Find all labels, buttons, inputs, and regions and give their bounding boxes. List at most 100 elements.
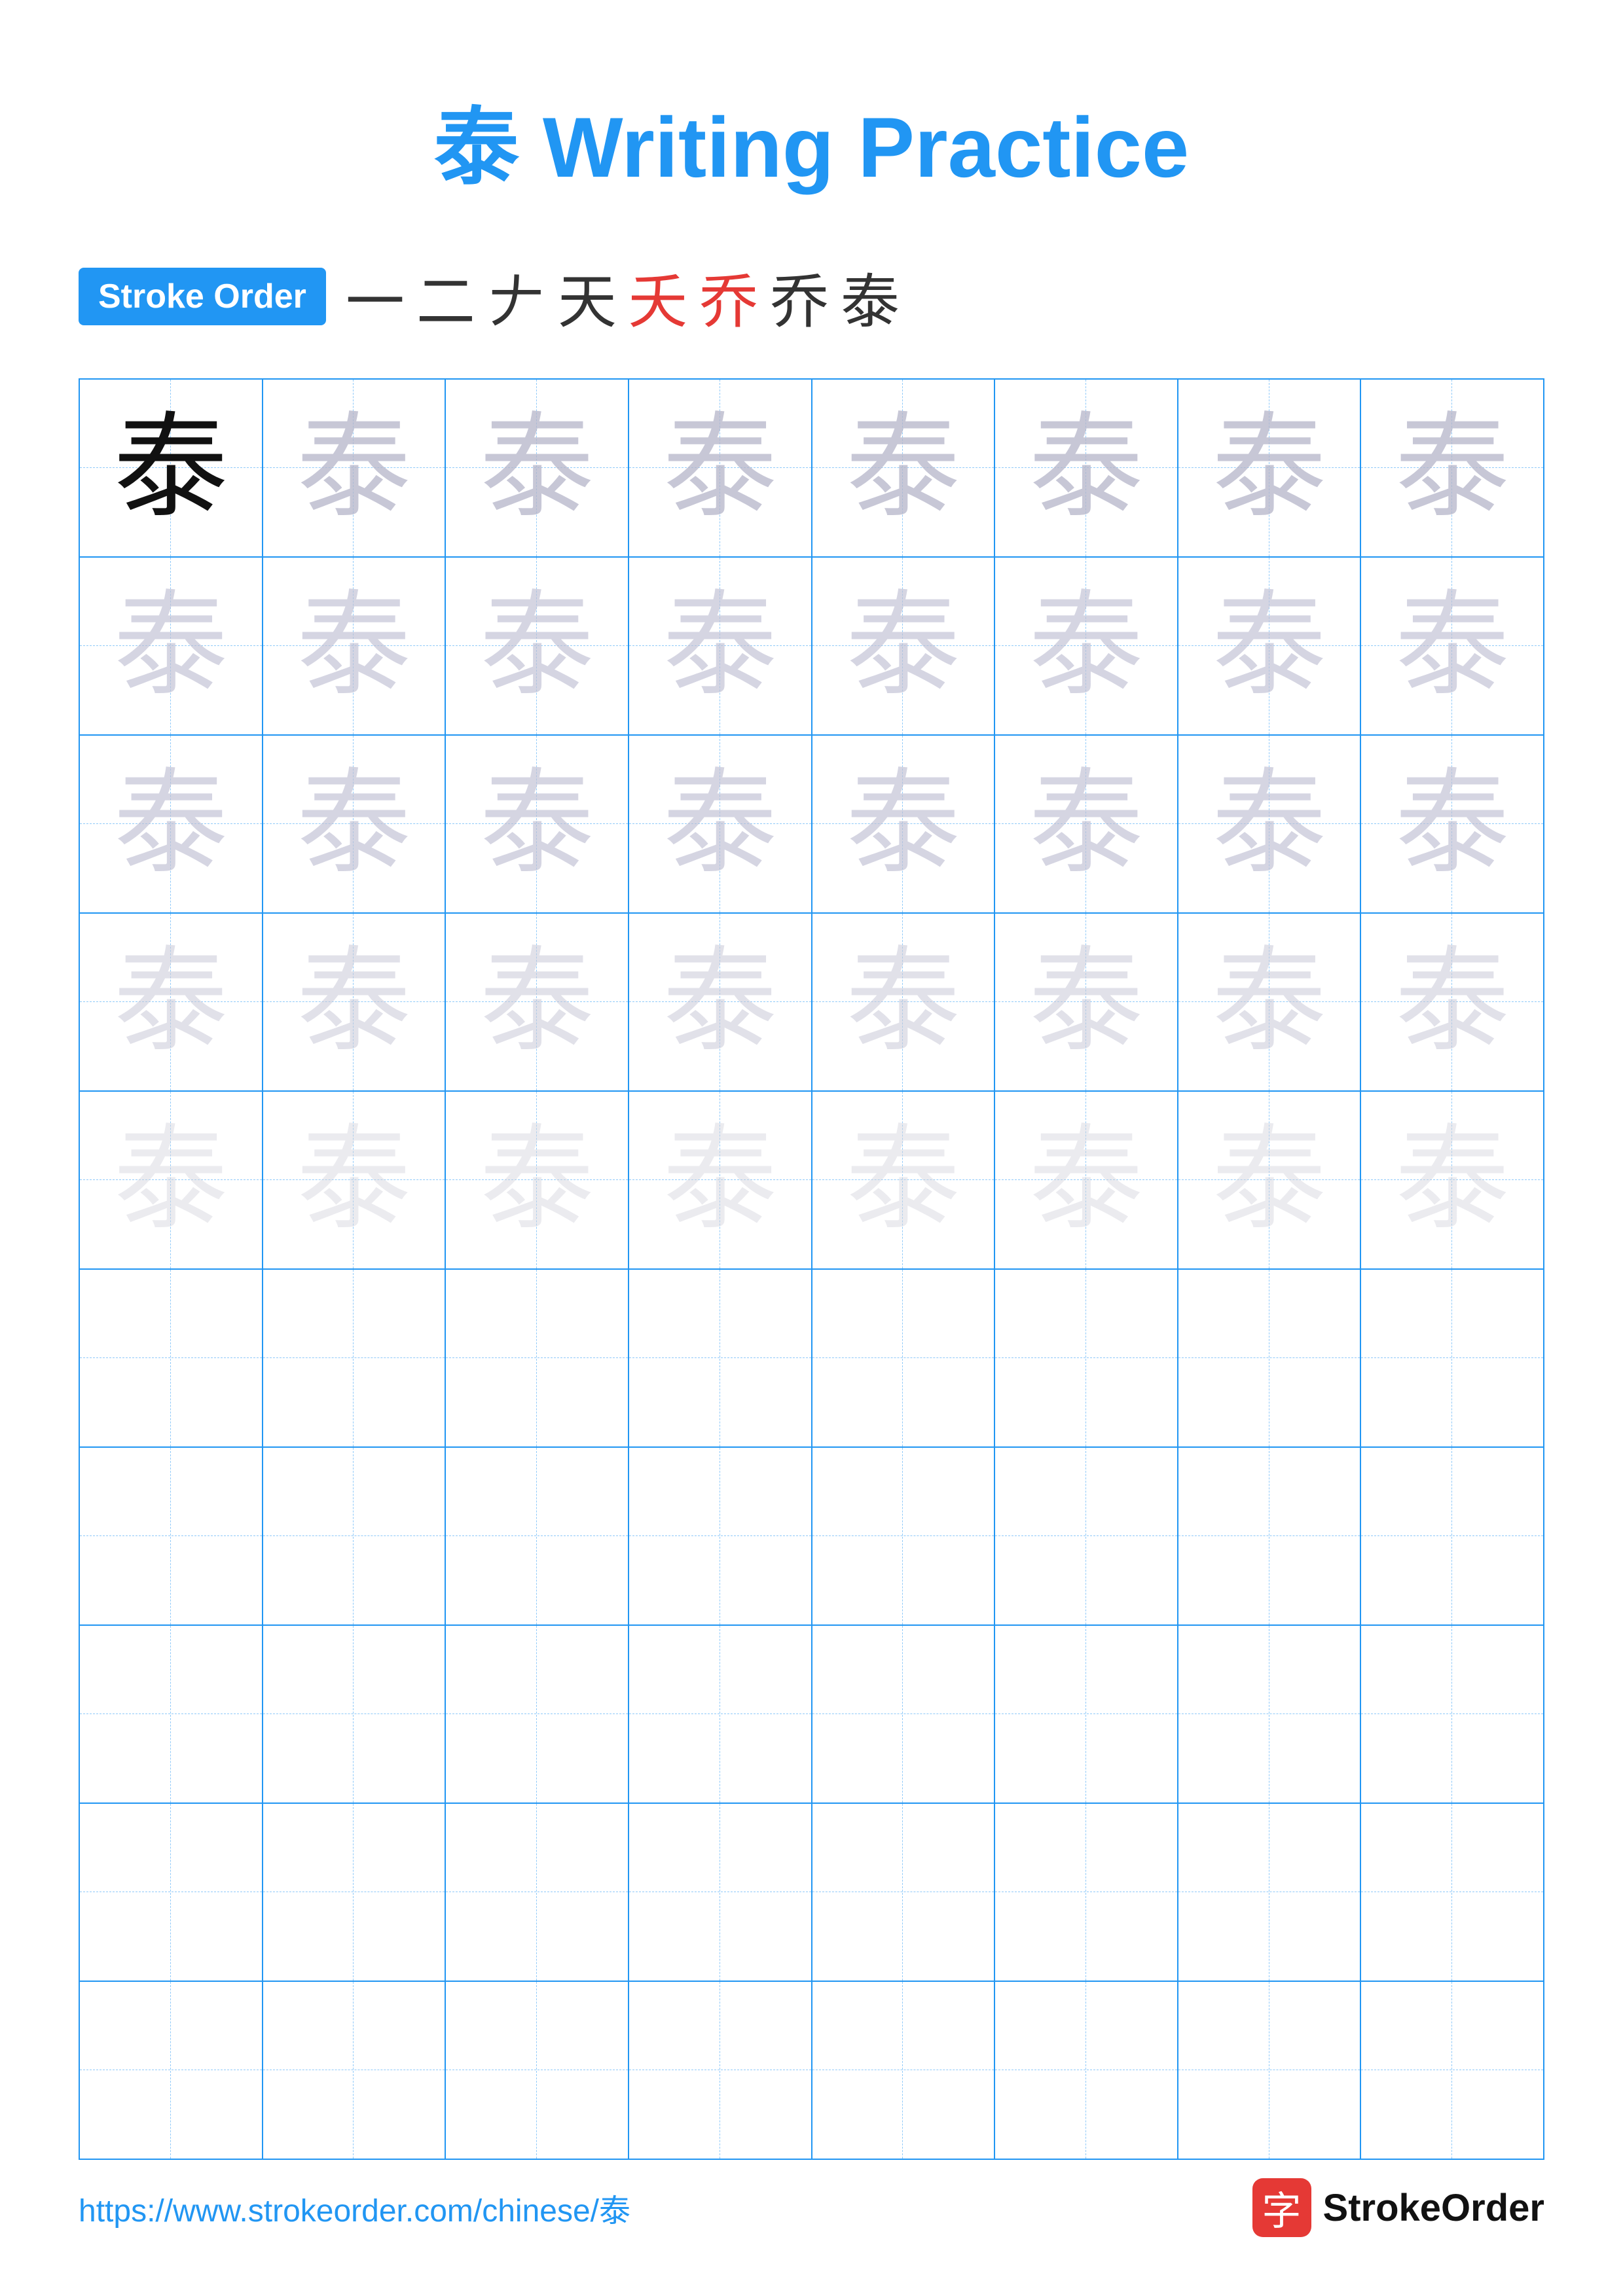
grid-row (80, 1982, 1543, 2159)
grid-cell: 泰 (629, 558, 812, 734)
grid-cell: 泰 (1178, 914, 1362, 1090)
grid-cell: 泰 (1178, 558, 1362, 734)
practice-char-ghost: 泰 (1212, 1123, 1326, 1238)
practice-char-ghost: 泰 (480, 1123, 594, 1238)
grid-cell (1361, 1982, 1543, 2159)
grid-cell: 泰 (1178, 1092, 1362, 1268)
grid-row (80, 1804, 1543, 1982)
practice-char-ghost: 泰 (663, 945, 777, 1060)
grid-cell (629, 1804, 812, 1981)
brand-icon-char: 字 (1262, 2179, 1302, 2236)
practice-char-ghost: 泰 (663, 767, 777, 882)
practice-char-ghost: 泰 (1395, 1123, 1510, 1238)
grid-cell (1361, 1448, 1543, 1624)
grid-cell: 泰 (629, 736, 812, 912)
practice-char-ghost: 泰 (1212, 945, 1326, 1060)
practice-char-ghost: 泰 (1395, 767, 1510, 882)
page-title: 泰 Writing Practice (434, 99, 1189, 195)
stroke-2: 二 (416, 254, 475, 339)
page: 泰 Writing Practice Stroke Order 一 二 𠂇 天 … (0, 0, 1623, 2296)
practice-char-ghost: 泰 (297, 945, 411, 1060)
practice-char-ghost: 泰 (1212, 767, 1326, 882)
practice-char-ghost: 泰 (113, 945, 228, 1060)
practice-char-ghost: 泰 (846, 767, 960, 882)
stroke-1: 一 (346, 254, 405, 339)
grid-cell: 泰 (446, 380, 629, 556)
practice-char-ghost: 泰 (663, 1123, 777, 1238)
grid-row (80, 1270, 1543, 1448)
practice-char-ghost: 泰 (297, 767, 411, 882)
grid-cell: 泰 (263, 1092, 447, 1268)
grid-cell: 泰 (263, 380, 447, 556)
grid-cell (80, 1626, 263, 1803)
practice-char-ghost: 泰 (113, 767, 228, 882)
practice-char-ghost: 泰 (1395, 945, 1510, 1060)
grid-row: 泰 泰 泰 泰 泰 泰 泰 泰 (80, 736, 1543, 914)
grid-cell (1361, 1270, 1543, 1446)
practice-char-ghost: 泰 (1029, 945, 1143, 1060)
grid-cell: 泰 (1178, 380, 1362, 556)
grid-cell: 泰 (995, 558, 1178, 734)
grid-cell: 泰 (1178, 736, 1362, 912)
grid-cell (629, 1270, 812, 1446)
grid-cell: 泰 (995, 914, 1178, 1090)
grid-cell: 泰 (629, 1092, 812, 1268)
grid-cell: 泰 (812, 558, 996, 734)
stroke-3: 𠂇 (487, 254, 546, 339)
practice-char-ghost: 泰 (297, 1123, 411, 1238)
grid-cell (995, 1270, 1178, 1446)
grid-cell: 泰 (812, 380, 996, 556)
stroke-order-area: Stroke Order 一 二 𠂇 天 夭 乔 乔 泰 (79, 254, 1544, 339)
practice-char-ghost: 泰 (480, 767, 594, 882)
grid-cell: 泰 (1361, 558, 1543, 734)
grid-cell (1178, 1804, 1362, 1981)
grid-cell: 泰 (80, 558, 263, 734)
grid-cell: 泰 (629, 380, 812, 556)
stroke-4: 天 (558, 254, 617, 339)
grid-cell (1178, 1982, 1362, 2159)
grid-cell: 泰 (995, 380, 1178, 556)
grid-cell (629, 1448, 812, 1624)
brand-icon: 字 (1252, 2178, 1311, 2237)
grid-cell (263, 1270, 447, 1446)
grid-cell (80, 1448, 263, 1624)
grid-cell: 泰 (995, 1092, 1178, 1268)
grid-cell (263, 1982, 447, 2159)
stroke-order-badge: Stroke Order (79, 268, 326, 325)
practice-char-ghost: 泰 (1212, 411, 1326, 526)
grid-cell: 泰 (80, 380, 263, 556)
practice-char-solid: 泰 (113, 411, 228, 526)
grid-cell (812, 1804, 996, 1981)
grid-cell: 泰 (446, 736, 629, 912)
title-area: 泰 Writing Practice (79, 79, 1544, 202)
grid-row: 泰 泰 泰 泰 泰 泰 泰 泰 (80, 1092, 1543, 1270)
practice-char-ghost: 泰 (480, 945, 594, 1060)
grid-cell (80, 1804, 263, 1981)
grid-cell (812, 1626, 996, 1803)
grid-cell (995, 1448, 1178, 1624)
practice-char-ghost: 泰 (480, 411, 594, 526)
grid-cell: 泰 (1361, 380, 1543, 556)
grid-cell (1361, 1804, 1543, 1981)
practice-char-ghost: 泰 (480, 589, 594, 704)
practice-char-ghost: 泰 (1029, 589, 1143, 704)
grid-row (80, 1626, 1543, 1804)
grid-cell: 泰 (446, 1092, 629, 1268)
grid-cell: 泰 (812, 736, 996, 912)
grid-row: 泰 泰 泰 泰 泰 泰 泰 泰 (80, 558, 1543, 736)
grid-cell (446, 1626, 629, 1803)
practice-char-ghost: 泰 (113, 1123, 228, 1238)
grid-cell: 泰 (1361, 914, 1543, 1090)
grid-cell (263, 1626, 447, 1803)
practice-char-ghost: 泰 (846, 945, 960, 1060)
grid-cell: 泰 (263, 914, 447, 1090)
practice-char-ghost: 泰 (1029, 411, 1143, 526)
grid-cell: 泰 (812, 914, 996, 1090)
practice-char-ghost: 泰 (1029, 1123, 1143, 1238)
grid-cell (1178, 1270, 1362, 1446)
grid-cell (263, 1448, 447, 1624)
grid-cell: 泰 (263, 558, 447, 734)
grid-cell (1178, 1626, 1362, 1803)
practice-char-ghost: 泰 (846, 411, 960, 526)
grid-cell (995, 1982, 1178, 2159)
